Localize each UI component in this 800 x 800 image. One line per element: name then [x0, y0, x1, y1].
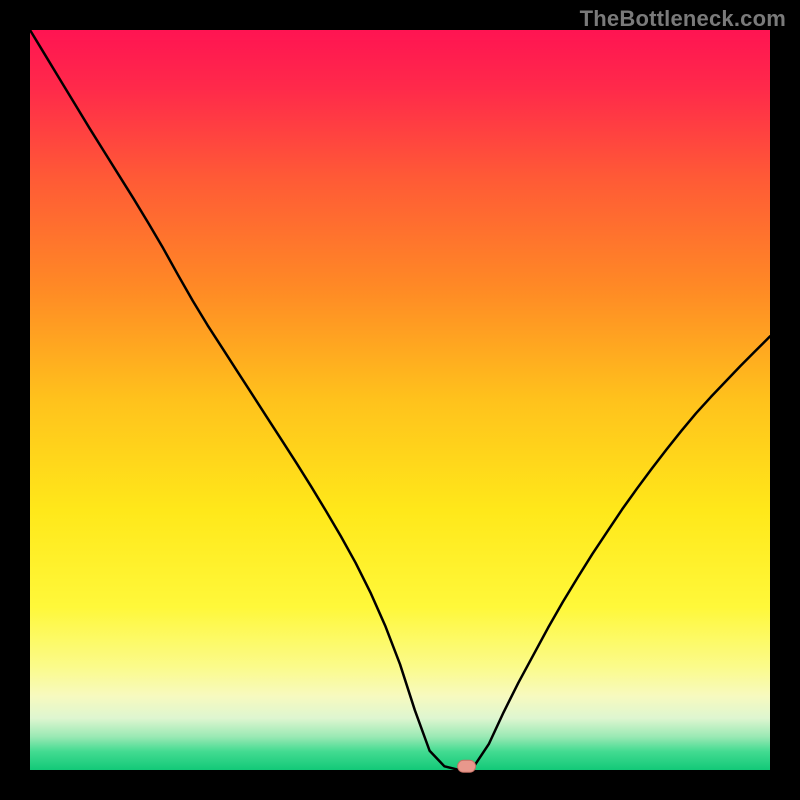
- watermark-text: TheBottleneck.com: [580, 6, 786, 32]
- optimal-point-marker: [458, 760, 476, 772]
- gradient-background: [30, 30, 770, 770]
- bottleneck-chart: [0, 0, 800, 800]
